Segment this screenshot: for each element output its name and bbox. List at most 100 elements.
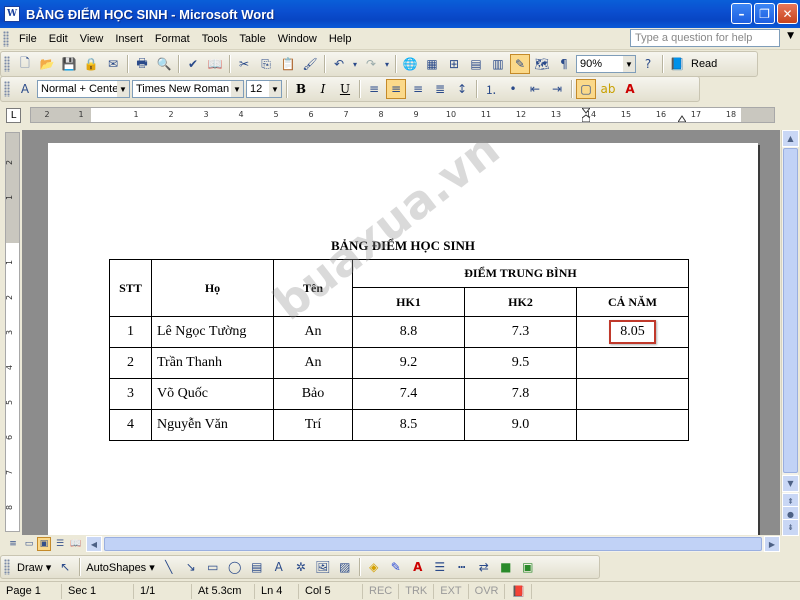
font-size-select[interactable]: 12 ▼ (246, 80, 282, 98)
help-search-input[interactable]: Type a question for help (630, 29, 780, 47)
outside-border-icon[interactable]: ▢ (576, 79, 596, 99)
cell-ten[interactable]: An (273, 347, 353, 379)
spelling-icon[interactable]: ✔ (183, 54, 203, 74)
menu-format[interactable]: Format (149, 31, 196, 47)
horizontal-scrollbar[interactable]: ◀ ▶ (86, 536, 780, 552)
cell-ca-nam[interactable] (576, 347, 689, 379)
menu-table[interactable]: Table (233, 31, 271, 47)
cell-ho[interactable]: Nguyễn Văn (151, 409, 274, 441)
dash-style-icon[interactable]: ┅ (452, 557, 472, 577)
horizontal-scroll-thumb[interactable] (104, 537, 762, 551)
menu-file[interactable]: File (13, 31, 43, 47)
email-icon[interactable]: ✉ (103, 54, 123, 74)
menu-edit[interactable]: Edit (43, 31, 74, 47)
close-button[interactable]: ✕ (777, 3, 798, 24)
scroll-up-icon[interactable]: ▲ (782, 130, 799, 147)
cell-ten[interactable]: An (273, 316, 353, 348)
status-ovr[interactable]: OVR (469, 583, 506, 599)
line-style-icon[interactable]: ☰ (430, 557, 450, 577)
indent-marker-icon[interactable] (582, 108, 590, 122)
rectangle-icon[interactable]: ▭ (203, 557, 223, 577)
hyperlink-icon[interactable]: 🌐 (400, 54, 420, 74)
cell-hk1[interactable]: 9.2 (352, 347, 465, 379)
toolbar-grip[interactable] (3, 30, 9, 47)
line-spacing-icon[interactable]: ↕ (452, 79, 472, 99)
diagram-icon[interactable]: ✲ (291, 557, 311, 577)
font-color-icon[interactable]: A (620, 79, 640, 99)
cell-ten[interactable]: Bảo (273, 378, 353, 410)
header-hk1[interactable]: HK1 (352, 287, 465, 317)
cell-hk2[interactable]: 9.5 (464, 347, 577, 379)
reading-layout-icon[interactable]: 📖 (69, 537, 83, 551)
cell-ca-nam[interactable] (576, 378, 689, 410)
insert-picture-icon[interactable]: ▨ (335, 557, 355, 577)
autoshapes-menu-button[interactable]: AutoShapes ▾ (86, 561, 155, 574)
zoom-select[interactable]: 90% ▼ (576, 55, 636, 73)
print-layout-icon[interactable]: ▣ (37, 537, 51, 551)
redo-icon[interactable]: ↷ (361, 54, 381, 74)
shadow-style-icon[interactable]: ■ (496, 557, 516, 577)
cut-icon[interactable]: ✂ (234, 54, 254, 74)
select-objects-icon[interactable]: ↖ (55, 557, 75, 577)
toolbar-grip[interactable] (4, 81, 10, 97)
header-stt[interactable]: STT (109, 259, 152, 317)
spelling-status-icon[interactable]: 📕 (505, 583, 533, 599)
cell-stt[interactable]: 2 (109, 347, 152, 379)
cell-ho[interactable]: Võ Quốc (151, 378, 274, 410)
cell-ten[interactable]: Trí (273, 409, 353, 441)
toolbar-grip[interactable] (4, 559, 10, 575)
print-icon[interactable]: 🖶 (132, 54, 152, 74)
toolbar-grip[interactable] (4, 56, 10, 72)
scroll-right-icon[interactable]: ▶ (764, 536, 780, 552)
undo-icon[interactable]: ↶ (329, 54, 349, 74)
clip-art-icon[interactable]: 🖼 (313, 557, 333, 577)
cell-hk2[interactable]: 7.3 (464, 316, 577, 348)
grade-table[interactable]: STT Họ Tên ĐIỂM TRUNG BÌNH HK1 HK2 CẢ NĂ… (109, 259, 689, 441)
help-icon[interactable]: ? (638, 54, 658, 74)
read-icon[interactable]: 📘 (667, 54, 687, 74)
cell-stt[interactable]: 4 (109, 409, 152, 441)
format-painter-icon[interactable]: 🖌 (300, 54, 320, 74)
justify-icon[interactable]: ≣ (430, 79, 450, 99)
scroll-thumb[interactable] (783, 148, 798, 473)
header-ho[interactable]: Họ (151, 259, 274, 317)
menu-window[interactable]: Window (272, 31, 323, 47)
cell-ho[interactable]: Lê Ngọc Tường (151, 316, 274, 348)
paste-icon[interactable]: 📋 (278, 54, 298, 74)
minimize-button[interactable]: – (731, 3, 752, 24)
status-trk[interactable]: TRK (399, 583, 435, 599)
3d-style-icon[interactable]: ▣ (518, 557, 538, 577)
increase-indent-icon[interactable]: ⇥ (547, 79, 567, 99)
menu-tools[interactable]: Tools (196, 31, 234, 47)
cell-ca-nam[interactable] (576, 409, 689, 441)
horizontal-ruler[interactable]: 2 1 1 2 3 4 5 6 7 8 9 10 11 12 13 14 15 … (30, 107, 775, 123)
copy-icon[interactable]: ⎘ (256, 54, 276, 74)
wordart-icon[interactable]: A (269, 557, 289, 577)
underline-button[interactable]: U (335, 79, 355, 99)
decrease-indent-icon[interactable]: ⇤ (525, 79, 545, 99)
cell-hk1[interactable]: 7.4 (352, 378, 465, 410)
align-right-icon[interactable]: ≡ (408, 79, 428, 99)
align-center-icon[interactable]: ≡ (386, 79, 406, 99)
arrow-style-icon[interactable]: ⇄ (474, 557, 494, 577)
chevron-down-icon[interactable]: ▼ (117, 81, 129, 97)
drawing-icon[interactable]: ✎ (510, 54, 530, 74)
italic-button[interactable]: I (313, 79, 333, 99)
outline-view-icon[interactable]: ☰ (53, 537, 67, 551)
scroll-left-icon[interactable]: ◀ (86, 536, 102, 552)
line-color-icon[interactable]: ✎ (386, 557, 406, 577)
menu-insert[interactable]: Insert (109, 31, 149, 47)
new-document-icon[interactable]: 🗋 (15, 54, 35, 74)
cell-hk1[interactable]: 8.8 (352, 316, 465, 348)
help-dropdown-icon[interactable]: ▼ (787, 31, 794, 41)
show-hide-icon[interactable]: ¶ (554, 54, 574, 74)
redo-dropdown-icon[interactable]: ▾ (383, 54, 391, 74)
print-preview-icon[interactable]: 🔍 (154, 54, 174, 74)
styles-formatting-icon[interactable]: A (15, 79, 35, 99)
status-rec[interactable]: REC (363, 583, 400, 599)
line-icon[interactable]: ╲ (159, 557, 179, 577)
columns-icon[interactable]: ▥ (488, 54, 508, 74)
status-ext[interactable]: EXT (434, 583, 469, 599)
cell-ca-nam[interactable]: 8.05 (576, 316, 689, 348)
cell-hk2[interactable]: 7.8 (464, 378, 577, 410)
